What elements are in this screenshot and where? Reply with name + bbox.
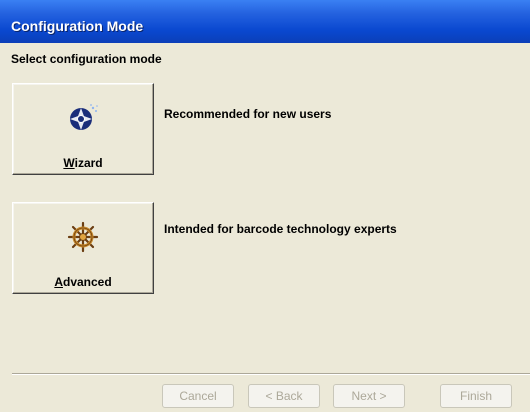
back-button[interactable]: < Back bbox=[248, 384, 320, 408]
finish-button[interactable]: Finish bbox=[440, 384, 512, 408]
page-heading: Select configuration mode bbox=[11, 52, 162, 66]
wizard-description: Recommended for new users bbox=[164, 107, 332, 121]
advanced-label: Advanced bbox=[54, 275, 112, 289]
title-bar: Configuration Mode bbox=[0, 0, 530, 43]
wizard-icon bbox=[67, 102, 99, 137]
cancel-button[interactable]: Cancel bbox=[162, 384, 234, 408]
window-title: Configuration Mode bbox=[11, 18, 144, 34]
advanced-description: Intended for barcode technology experts bbox=[164, 222, 397, 236]
footer-separator bbox=[12, 373, 530, 375]
advanced-button[interactable]: Advanced bbox=[12, 202, 154, 294]
wizard-button[interactable]: Wizard bbox=[12, 83, 154, 175]
ships-wheel-icon bbox=[67, 221, 99, 256]
wizard-label: Wizard bbox=[63, 156, 103, 170]
next-button[interactable]: Next > bbox=[333, 384, 405, 408]
